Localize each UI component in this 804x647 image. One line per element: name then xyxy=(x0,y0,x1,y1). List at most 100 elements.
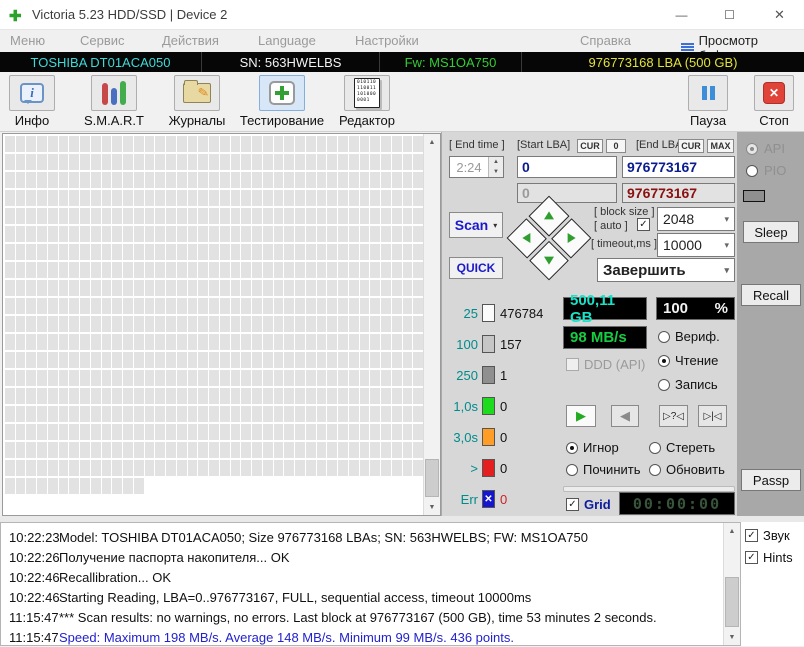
stop-button[interactable]: ✕ Стоп xyxy=(748,75,800,128)
log-scrollbar[interactable]: ▲ ▼ xyxy=(723,523,740,645)
binary-page-icon: 010110 110011 101000 0001 xyxy=(354,78,380,108)
mode-read-radio[interactable]: Чтение xyxy=(658,353,718,368)
spinner-up-icon[interactable]: ▲ xyxy=(489,157,503,167)
close-button[interactable]: ✕ xyxy=(757,0,802,30)
stop-icon: ✕ xyxy=(763,82,785,104)
menu-item-service[interactable]: Сервис xyxy=(80,33,125,48)
api-radio[interactable]: API xyxy=(746,141,785,156)
passp-button[interactable]: Passp xyxy=(741,469,801,491)
grid-checkbox[interactable]: ✓ Grid xyxy=(566,497,611,512)
end-lba-max-button[interactable]: MAX xyxy=(707,139,734,153)
map-scroll-down-icon[interactable]: ▼ xyxy=(424,499,440,515)
ddd-api-checkbox[interactable]: DDD (API) xyxy=(566,357,645,372)
end-time-label: [ End time ] xyxy=(449,139,505,151)
block-size-select[interactable]: 2048 ▾ xyxy=(657,207,735,231)
editor-tab[interactable]: 010110 110011 101000 0001 Редактор xyxy=(330,75,404,128)
hints-checkbox[interactable]: ✓ Hints xyxy=(745,550,793,565)
seek-edge-icon: ▷|◁ xyxy=(703,410,722,422)
seek-error-button[interactable]: ▷?◁ xyxy=(659,405,688,427)
radio-icon xyxy=(658,354,670,367)
log-entry: 10:22:46 Starting Reading, LBA=0..976773… xyxy=(9,590,532,605)
end-lba-cur-button[interactable]: CUR xyxy=(678,139,704,153)
drive-capacity: 976773168 LBA (500 GB) xyxy=(588,54,738,70)
radio-icon xyxy=(649,441,661,454)
arrow-right-icon xyxy=(567,233,576,243)
scan-dropdown-icon: ▾ xyxy=(493,220,498,230)
pause-button[interactable]: Пауза xyxy=(682,75,734,128)
reverse-button[interactable]: ◀ xyxy=(611,405,639,427)
start-lba-zero-button[interactable]: 0 xyxy=(606,139,626,153)
timeout-select[interactable]: 10000 ▾ xyxy=(657,233,735,257)
end-action-select[interactable]: Завершить ▾ xyxy=(597,258,735,282)
log-scrollbar-thumb[interactable] xyxy=(725,577,739,627)
quick-button[interactable]: QUICK xyxy=(449,257,503,279)
latency-row: > 0 xyxy=(470,459,508,477)
activity-indicator xyxy=(743,190,765,202)
info-tab-label: Инфо xyxy=(14,113,50,128)
mode-write-radio[interactable]: Запись xyxy=(658,377,718,392)
log-scroll-down-icon[interactable]: ▼ xyxy=(724,629,740,645)
log-scroll-up-icon[interactable]: ▲ xyxy=(724,523,740,539)
block-map xyxy=(5,136,423,494)
menu-item-settings[interactable]: Настройки xyxy=(355,33,419,48)
action-remap-radio[interactable]: Починить xyxy=(566,462,641,477)
menu-item-language[interactable]: Language xyxy=(258,33,316,48)
map-scroll-up-icon[interactable]: ▲ xyxy=(424,134,440,150)
start-lba-input[interactable]: 0 xyxy=(517,156,617,178)
checkbox-icon: ✓ xyxy=(566,498,579,511)
end-lba-input[interactable]: 976773167 xyxy=(622,156,735,178)
error-block-icon: ✕ xyxy=(482,490,495,508)
chevron-down-icon: ▾ xyxy=(724,239,729,250)
latency-block-icon xyxy=(482,397,495,415)
pio-radio[interactable]: PIO xyxy=(746,163,786,178)
menu-item-help[interactable]: Справка xyxy=(580,33,631,48)
end-time-value: 2:24 xyxy=(456,159,482,175)
test-tab[interactable]: Тестирование xyxy=(238,75,326,128)
maximize-button[interactable]: ☐ xyxy=(707,0,752,30)
info-tab[interactable]: i Инфо xyxy=(4,75,60,128)
end-time-spinner[interactable]: 2:24 ▲ ▼ xyxy=(449,156,504,178)
action-erase-radio[interactable]: Стереть xyxy=(649,440,715,455)
play-icon: ▶ xyxy=(576,408,586,423)
chevron-down-icon: ▾ xyxy=(724,213,729,224)
radio-icon xyxy=(658,330,670,343)
action-refresh-radio[interactable]: Обновить xyxy=(649,462,725,477)
arrow-down-icon xyxy=(544,256,554,265)
start-lba-cur-button[interactable]: CUR xyxy=(577,139,603,153)
action-ignore-radio[interactable]: Игнор xyxy=(566,440,619,455)
checkbox-icon: ✓ xyxy=(745,551,758,564)
latency-row: 100 157 xyxy=(456,335,522,353)
map-scrollbar[interactable]: ▲ ▼ xyxy=(423,134,440,515)
logs-tab[interactable]: ✎ Журналы xyxy=(160,75,234,128)
radio-icon xyxy=(746,164,758,177)
reverse-icon: ◀ xyxy=(620,408,630,423)
seek-error-icon: ▷?◁ xyxy=(663,410,684,422)
sleep-button[interactable]: Sleep xyxy=(743,221,799,243)
scan-button[interactable]: Scan ▾ xyxy=(449,212,503,238)
radio-icon xyxy=(566,441,578,454)
seek-edge-button[interactable]: ▷|◁ xyxy=(698,405,727,427)
drive-info-bar: TOSHIBA DT01ACA050 SN: 563HWELBS Fw: MS1… xyxy=(0,52,804,72)
end-lba-secondary: 976773167 xyxy=(622,183,735,203)
test-kit-icon xyxy=(269,81,295,105)
elapsed-timer-display: 00:00:00 xyxy=(619,492,735,515)
drive-firmware: Fw: MS1OA750 xyxy=(380,52,522,72)
recall-button[interactable]: Recall xyxy=(741,284,801,306)
checkbox-icon xyxy=(566,358,579,371)
spinner-down-icon[interactable]: ▼ xyxy=(489,167,503,177)
checkbox-icon: ✓ xyxy=(745,529,758,542)
speed-display: 98 MB/s xyxy=(563,326,647,349)
sound-checkbox[interactable]: ✓ Звук xyxy=(745,528,790,543)
menu-item-actions[interactable]: Действия xyxy=(162,33,219,48)
arrow-left-icon xyxy=(522,233,531,243)
smart-tab[interactable]: S.M.A.R.T xyxy=(72,75,156,128)
pencil-icon: ✎ xyxy=(196,84,211,101)
drive-serial: SN: 563HWELBS xyxy=(202,52,380,72)
auto-checkbox[interactable]: ✓ xyxy=(637,218,650,231)
mode-verify-radio[interactable]: Вериф. xyxy=(658,329,720,344)
minimize-button[interactable]: — xyxy=(659,0,704,30)
map-scrollbar-thumb[interactable] xyxy=(425,459,439,497)
menu-item-menu[interactable]: Меню xyxy=(10,33,45,48)
editor-tab-label: Редактор xyxy=(339,113,395,128)
start-test-button[interactable]: ▶ xyxy=(566,405,596,427)
